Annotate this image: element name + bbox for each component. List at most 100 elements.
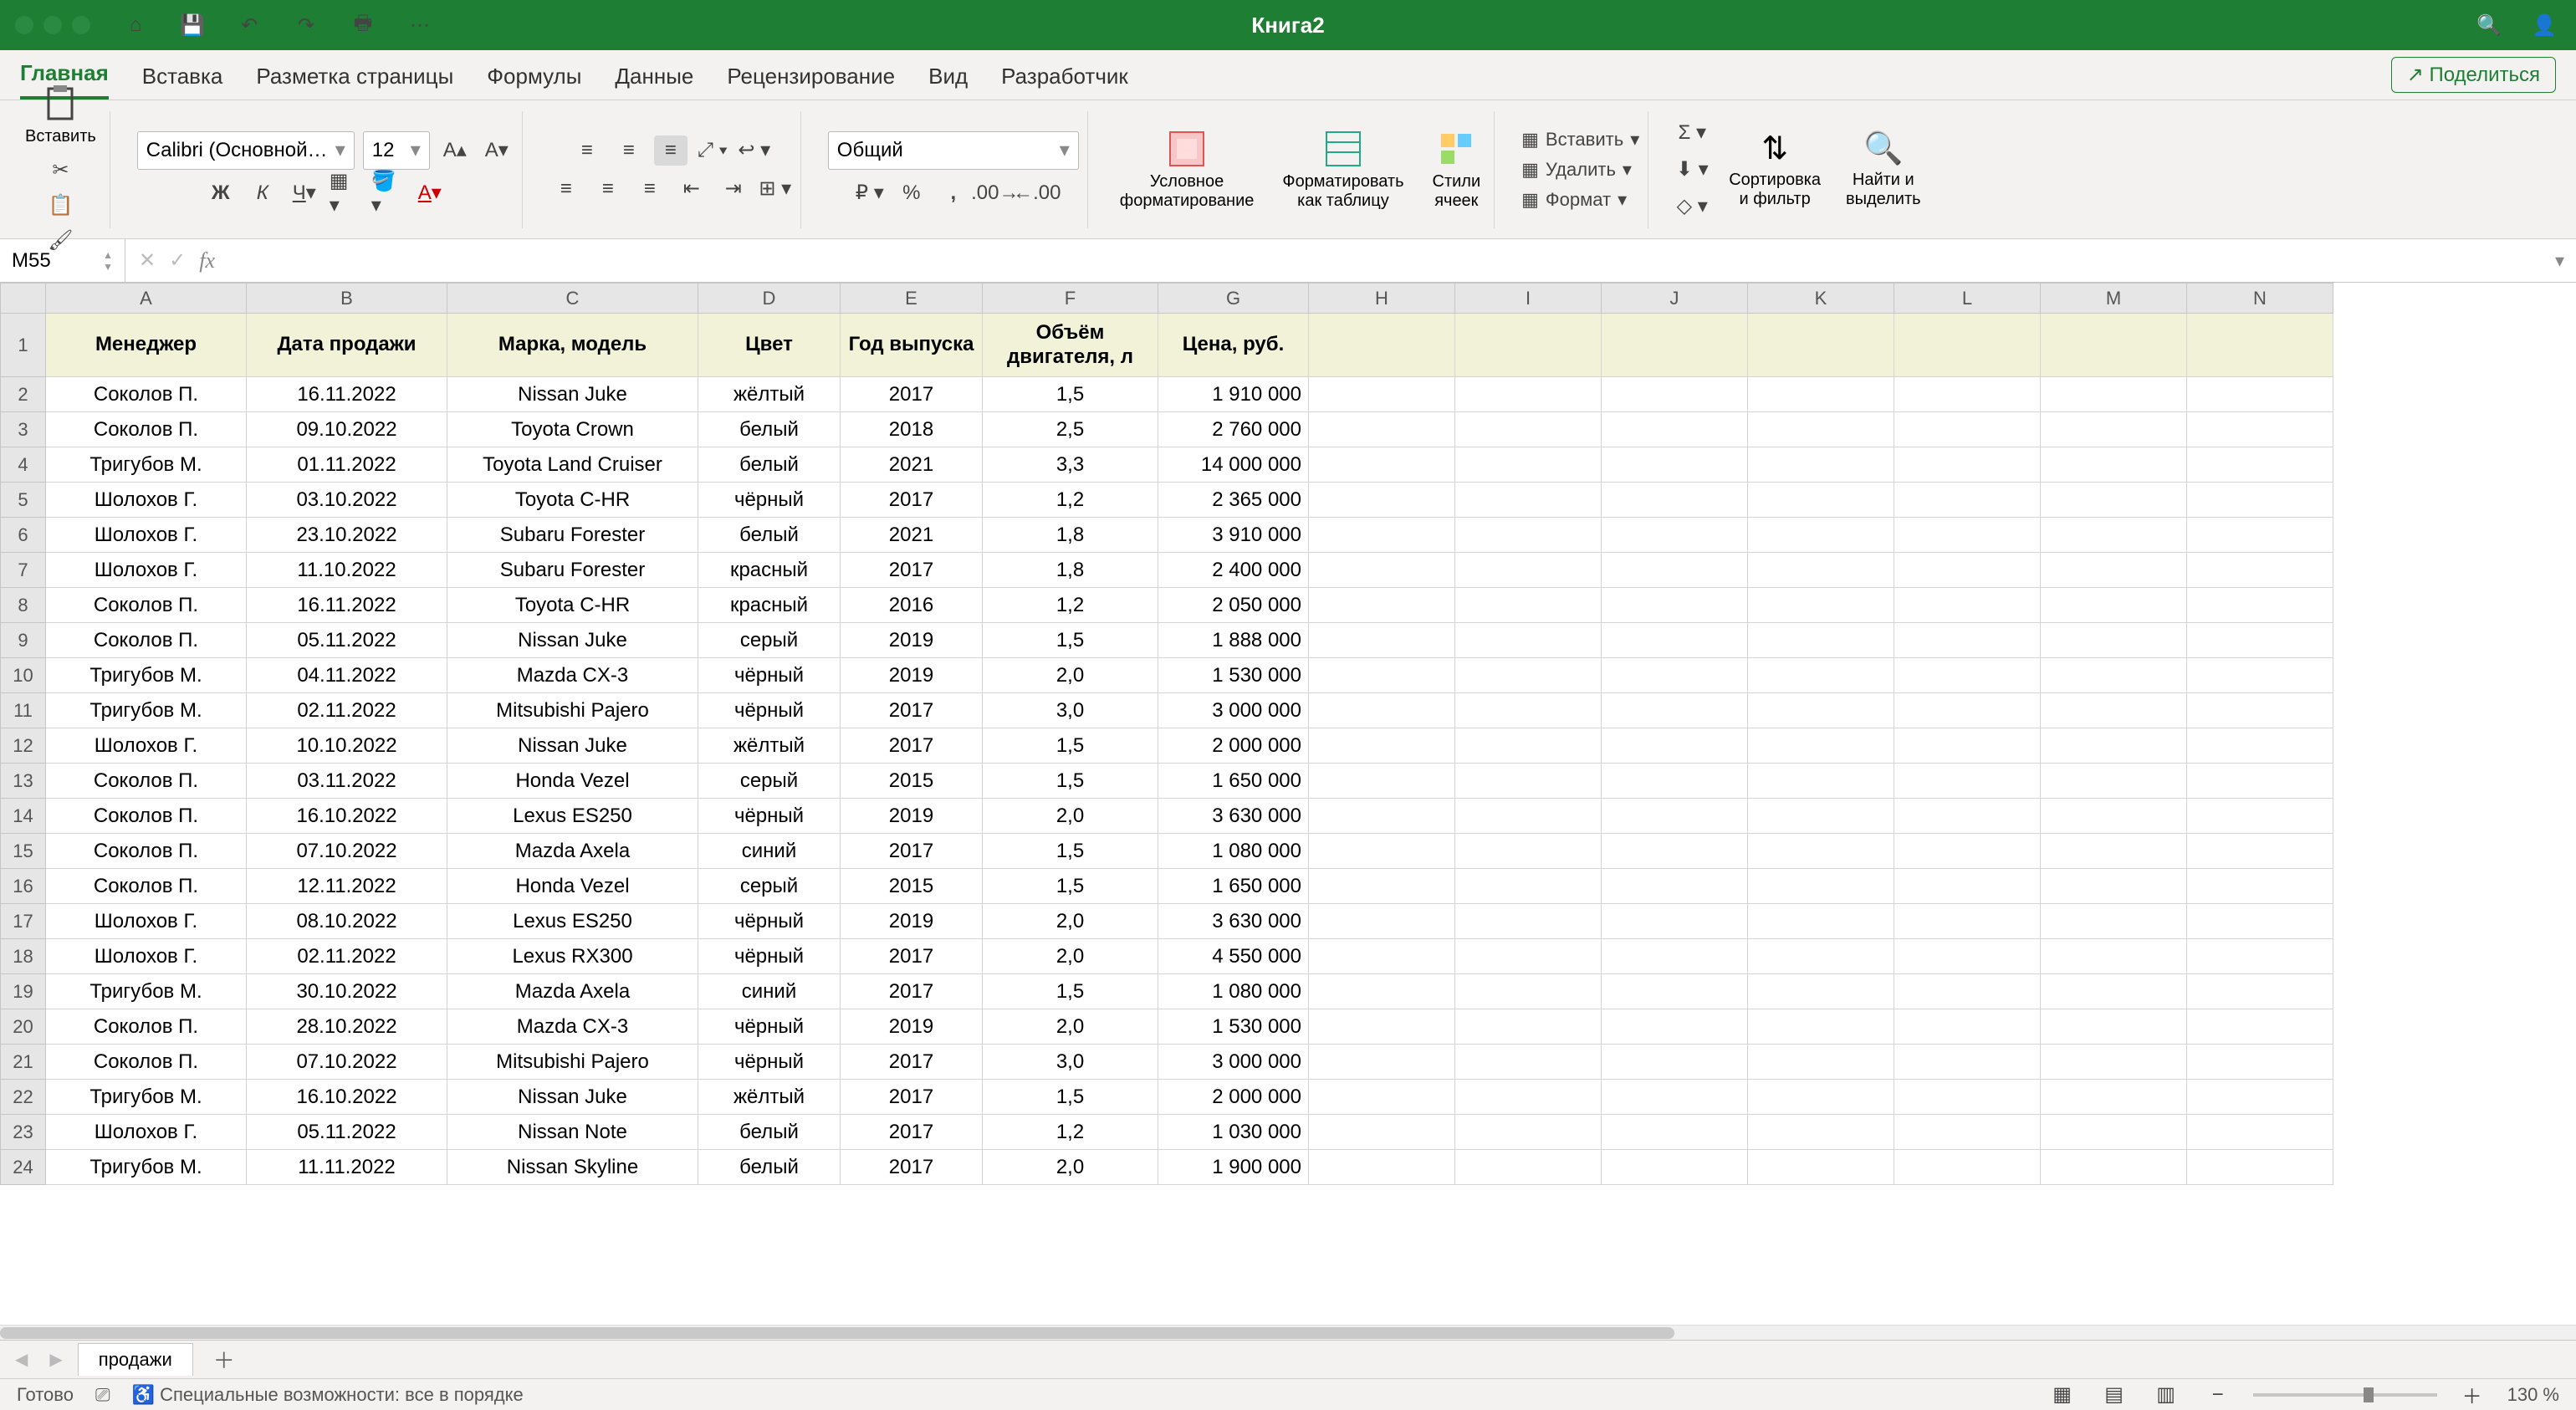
account-icon[interactable]: 👤	[2527, 10, 2561, 40]
cell[interactable]	[2041, 377, 2187, 412]
align-bottom-icon[interactable]: ≡	[654, 135, 687, 166]
cell[interactable]	[2187, 904, 2333, 939]
column-header-D[interactable]: D	[698, 284, 841, 314]
header-cell[interactable]: Менеджер	[46, 314, 247, 377]
cell[interactable]: 2017	[841, 728, 983, 764]
ribbon-tab-7[interactable]: Разработчик	[1001, 57, 1128, 100]
cell[interactable]: 1 888 000	[1158, 623, 1309, 658]
cell[interactable]: 2,0	[983, 939, 1158, 974]
decrease-indent-icon[interactable]: ⇤	[675, 174, 708, 204]
cell[interactable]	[1309, 764, 1455, 799]
row-header-17[interactable]: 17	[1, 904, 46, 939]
cell[interactable]	[1894, 939, 2041, 974]
row-header-5[interactable]: 5	[1, 483, 46, 518]
cell[interactable]: 4 550 000	[1158, 939, 1309, 974]
zoom-out-button[interactable]: −	[2201, 1380, 2235, 1410]
cell[interactable]	[1455, 799, 1602, 834]
align-left-icon[interactable]: ≡	[549, 174, 583, 204]
cell[interactable]	[1309, 728, 1455, 764]
cell[interactable]	[1309, 623, 1455, 658]
borders-button[interactable]: ▦ ▾	[330, 178, 363, 208]
cell[interactable]	[1748, 412, 1894, 447]
cell[interactable]: Lexus ES250	[447, 799, 698, 834]
undo-icon[interactable]: ↶	[233, 10, 266, 40]
cell[interactable]	[2187, 1115, 2333, 1150]
cell[interactable]	[2041, 623, 2187, 658]
fill-color-button[interactable]: 🪣 ▾	[371, 178, 405, 208]
cell[interactable]	[2041, 834, 2187, 869]
cell[interactable]: Nissan Juke	[447, 1080, 698, 1115]
row-header-22[interactable]: 22	[1, 1080, 46, 1115]
cell[interactable]: белый	[698, 1150, 841, 1185]
cell[interactable]: 07.10.2022	[247, 834, 447, 869]
print-icon[interactable]: 🖶	[346, 10, 380, 40]
cell[interactable]	[2187, 1150, 2333, 1185]
cell[interactable]: белый	[698, 518, 841, 553]
cell[interactable]: 02.11.2022	[247, 693, 447, 728]
cell[interactable]	[1602, 939, 1748, 974]
cell[interactable]: серый	[698, 623, 841, 658]
cell[interactable]	[1602, 447, 1748, 483]
row-header-2[interactable]: 2	[1, 377, 46, 412]
cell[interactable]	[1309, 834, 1455, 869]
conditional-formatting-button[interactable]: Условное форматирование	[1115, 129, 1260, 211]
cell[interactable]: 16.10.2022	[247, 1080, 447, 1115]
cell[interactable]	[1602, 834, 1748, 869]
cell[interactable]	[1602, 764, 1748, 799]
cell[interactable]	[2187, 728, 2333, 764]
minimize-window-button[interactable]	[43, 16, 62, 34]
cell[interactable]	[1455, 869, 1602, 904]
cell[interactable]	[1748, 939, 1894, 974]
row-header-6[interactable]: 6	[1, 518, 46, 553]
column-header-E[interactable]: E	[841, 284, 983, 314]
align-middle-icon[interactable]: ≡	[612, 135, 646, 166]
cell[interactable]	[1455, 623, 1602, 658]
cell[interactable]: 1 650 000	[1158, 764, 1309, 799]
clear-icon[interactable]: ◇ ▾	[1675, 192, 1709, 222]
format-cells-button[interactable]: ▦ Формат ▾	[1521, 189, 1627, 211]
cell[interactable]	[1309, 412, 1455, 447]
paste-button[interactable]: Вставить	[20, 84, 101, 146]
cell[interactable]	[1748, 1115, 1894, 1150]
cell[interactable]: Honda Vezel	[447, 869, 698, 904]
cell[interactable]	[1309, 693, 1455, 728]
row-header-10[interactable]: 10	[1, 658, 46, 693]
column-header-L[interactable]: L	[1894, 284, 2041, 314]
cell[interactable]	[2187, 799, 2333, 834]
cell[interactable]: Mitsubishi Pajero	[447, 693, 698, 728]
cell[interactable]: 01.11.2022	[247, 447, 447, 483]
cell[interactable]	[1748, 799, 1894, 834]
cell[interactable]	[2041, 939, 2187, 974]
cell[interactable]: 2 365 000	[1158, 483, 1309, 518]
cell[interactable]	[1455, 939, 1602, 974]
sheet-prev-icon[interactable]: ◀	[8, 1349, 34, 1370]
formula-input[interactable]	[237, 239, 2543, 282]
cell[interactable]: Nissan Skyline	[447, 1150, 698, 1185]
cell[interactable]	[1748, 1045, 1894, 1080]
cell[interactable]	[2041, 483, 2187, 518]
cell[interactable]: 2021	[841, 447, 983, 483]
cell[interactable]: 1,8	[983, 553, 1158, 588]
cell[interactable]	[2187, 658, 2333, 693]
cell[interactable]: Тригубов М.	[46, 1150, 247, 1185]
row-header-18[interactable]: 18	[1, 939, 46, 974]
cell[interactable]	[1748, 869, 1894, 904]
cell[interactable]	[1455, 588, 1602, 623]
cell[interactable]: чёрный	[698, 1045, 841, 1080]
cell[interactable]	[1894, 412, 2041, 447]
cell[interactable]	[2187, 1080, 2333, 1115]
cell[interactable]: 03.10.2022	[247, 483, 447, 518]
row-header-20[interactable]: 20	[1, 1009, 46, 1045]
row-header-13[interactable]: 13	[1, 764, 46, 799]
view-normal-icon[interactable]: ▦	[2046, 1380, 2079, 1410]
cell[interactable]: 2,5	[983, 412, 1158, 447]
cell[interactable]: 1,2	[983, 588, 1158, 623]
cell[interactable]: жёлтый	[698, 1080, 841, 1115]
cell[interactable]	[1602, 728, 1748, 764]
row-header-9[interactable]: 9	[1, 623, 46, 658]
cell[interactable]: 1 080 000	[1158, 974, 1309, 1009]
ribbon-tab-2[interactable]: Разметка страницы	[256, 57, 453, 100]
cell[interactable]: Nissan Note	[447, 1115, 698, 1150]
cell[interactable]	[1748, 728, 1894, 764]
spreadsheet-grid[interactable]: ABCDEFGHIJKLMN1МенеджерДата продажиМарка…	[0, 283, 2576, 1340]
